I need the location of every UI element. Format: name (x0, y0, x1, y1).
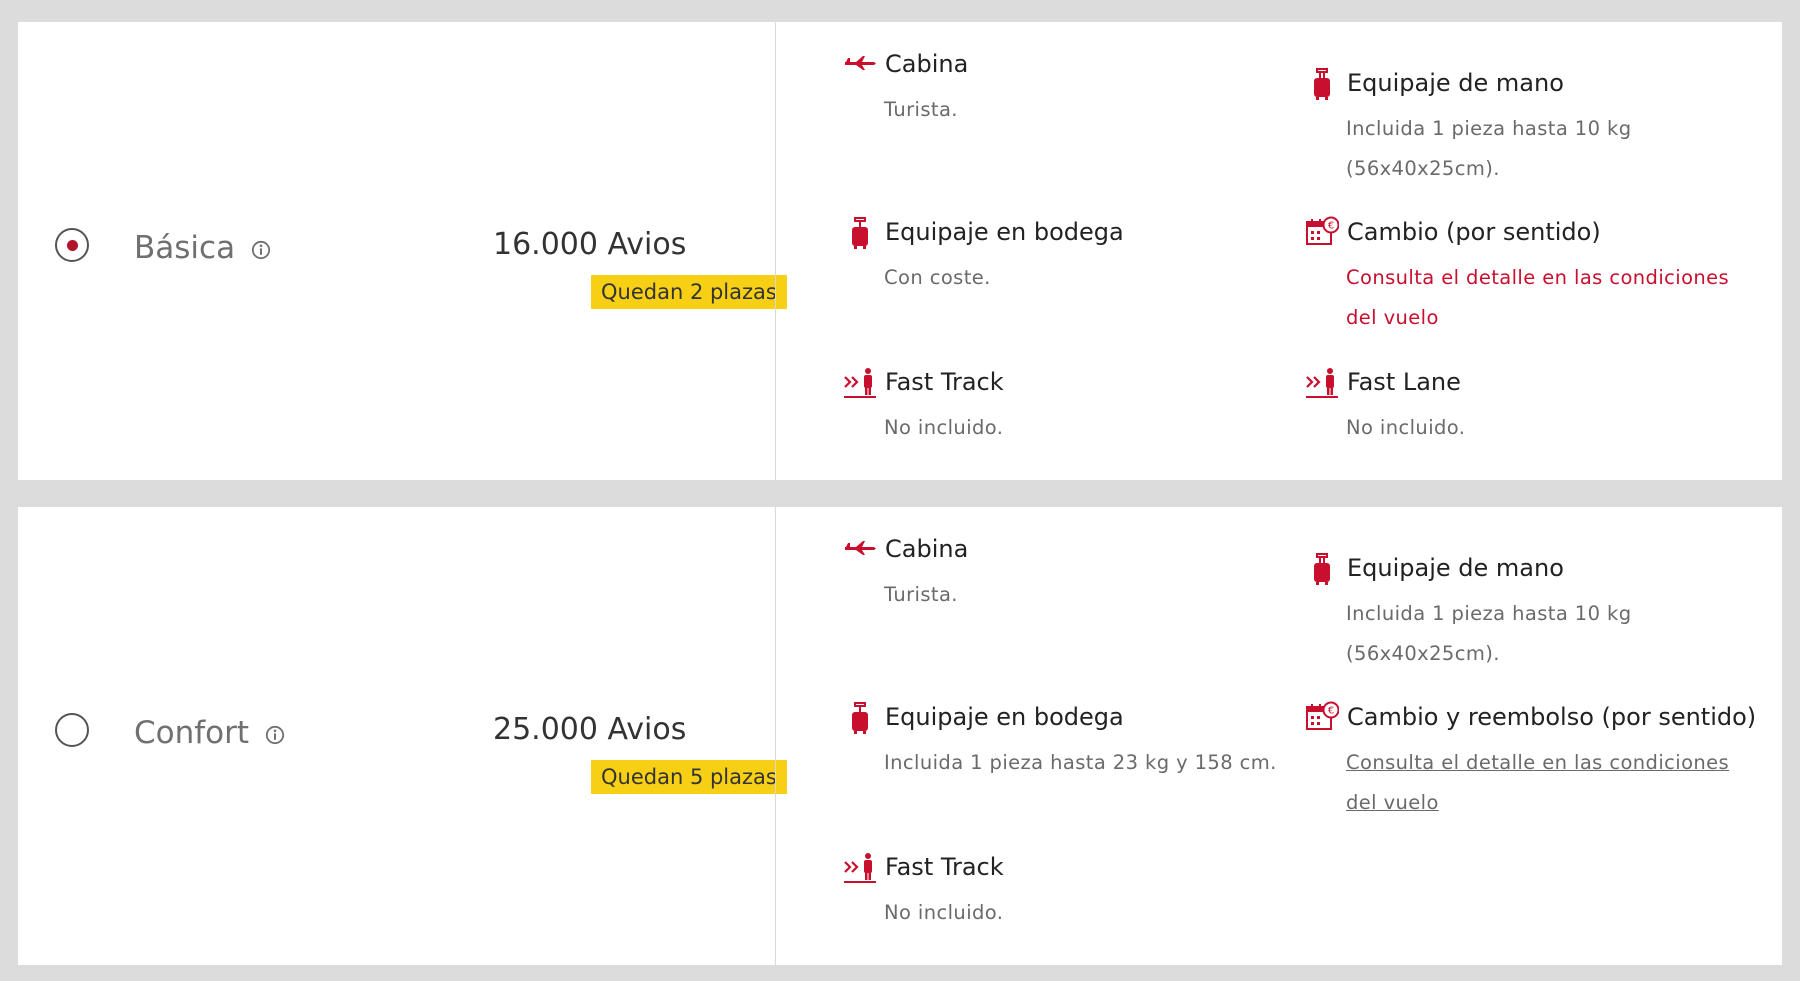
fare-radio-confort[interactable] (55, 713, 89, 747)
column-divider (775, 507, 776, 965)
fare-summary: Básica 16.000 Avios Quedan 2 plazas (18, 22, 787, 480)
calendar-euro-icon: € (1306, 216, 1339, 245)
feature-desc: No incluido. (1346, 416, 1466, 439)
feature-title: Equipaje en bodega (885, 703, 1124, 731)
fare-radio-basica[interactable] (55, 228, 89, 262)
feature-desc: Incluida 1 pieza hasta 23 kg y 158 cm. (884, 751, 1277, 774)
feature-title: Cabina (885, 535, 969, 563)
svg-text:€: € (1328, 221, 1334, 232)
fast-track-icon (844, 853, 876, 883)
suitcase-icon (852, 217, 868, 249)
suitcase-icon (1314, 68, 1330, 100)
feature-title: Cabina (885, 50, 969, 78)
fare-card-basica[interactable]: Básica 16.000 Avios Quedan 2 plazas Cabi… (18, 22, 1782, 480)
feature-desc: Consulta el detalle en las condiciones d… (1346, 266, 1730, 329)
calendar-euro-icon: € (1306, 701, 1339, 730)
fare-name-label: Confort (134, 715, 250, 751)
fare-card-confort[interactable]: Confort 25.000 Avios Quedan 5 plazas Cab… (18, 507, 1782, 965)
feature-title: Fast Track (885, 853, 1004, 881)
conditions-link[interactable]: Consulta el detalle en las condiciones d… (1346, 743, 1756, 823)
feature-title: Fast Lane (1347, 368, 1461, 396)
feature-desc: No incluido. (884, 416, 1004, 439)
feature-desc: Incluida 1 pieza hasta 10 kg (56x40x25cm… (1346, 117, 1632, 180)
fare-name-label: Básica (134, 230, 236, 266)
svg-text:€: € (1328, 706, 1334, 717)
feature-title: Cambio (por sentido) (1347, 218, 1601, 246)
fare-name: Confort (134, 715, 285, 751)
seats-left-badge: Quedan 5 plazas (591, 760, 787, 794)
seats-left-badge: Quedan 2 plazas (591, 275, 787, 309)
suitcase-icon (1314, 553, 1330, 585)
info-icon[interactable] (265, 725, 285, 745)
feature-title: Fast Track (885, 368, 1004, 396)
fare-summary: Confort 25.000 Avios Quedan 5 plazas (18, 507, 787, 965)
feature-desc: Turista. (884, 583, 958, 606)
feature-desc: Con coste. (884, 266, 991, 289)
fare-name: Básica (134, 230, 271, 266)
plane-icon (845, 56, 876, 70)
plane-icon (845, 541, 876, 555)
feature-desc: No incluido. (884, 901, 1004, 924)
feature-title: Equipaje de mano (1347, 554, 1564, 582)
fare-price: 16.000 Avios (493, 227, 687, 262)
fast-track-icon (1306, 368, 1338, 398)
feature-desc: Turista. (884, 98, 958, 121)
radio-selected-dot (66, 239, 78, 251)
column-divider (775, 22, 776, 480)
feature-title: Cambio y reembolso (por sentido) (1347, 703, 1757, 731)
suitcase-icon (852, 702, 868, 734)
feature-title: Equipaje en bodega (885, 218, 1124, 246)
feature-desc: Incluida 1 pieza hasta 10 kg (56x40x25cm… (1346, 602, 1632, 665)
feature-title: Equipaje de mano (1347, 69, 1564, 97)
fare-price: 25.000 Avios (493, 712, 687, 747)
fast-track-icon (844, 368, 876, 398)
info-icon[interactable] (251, 240, 271, 260)
